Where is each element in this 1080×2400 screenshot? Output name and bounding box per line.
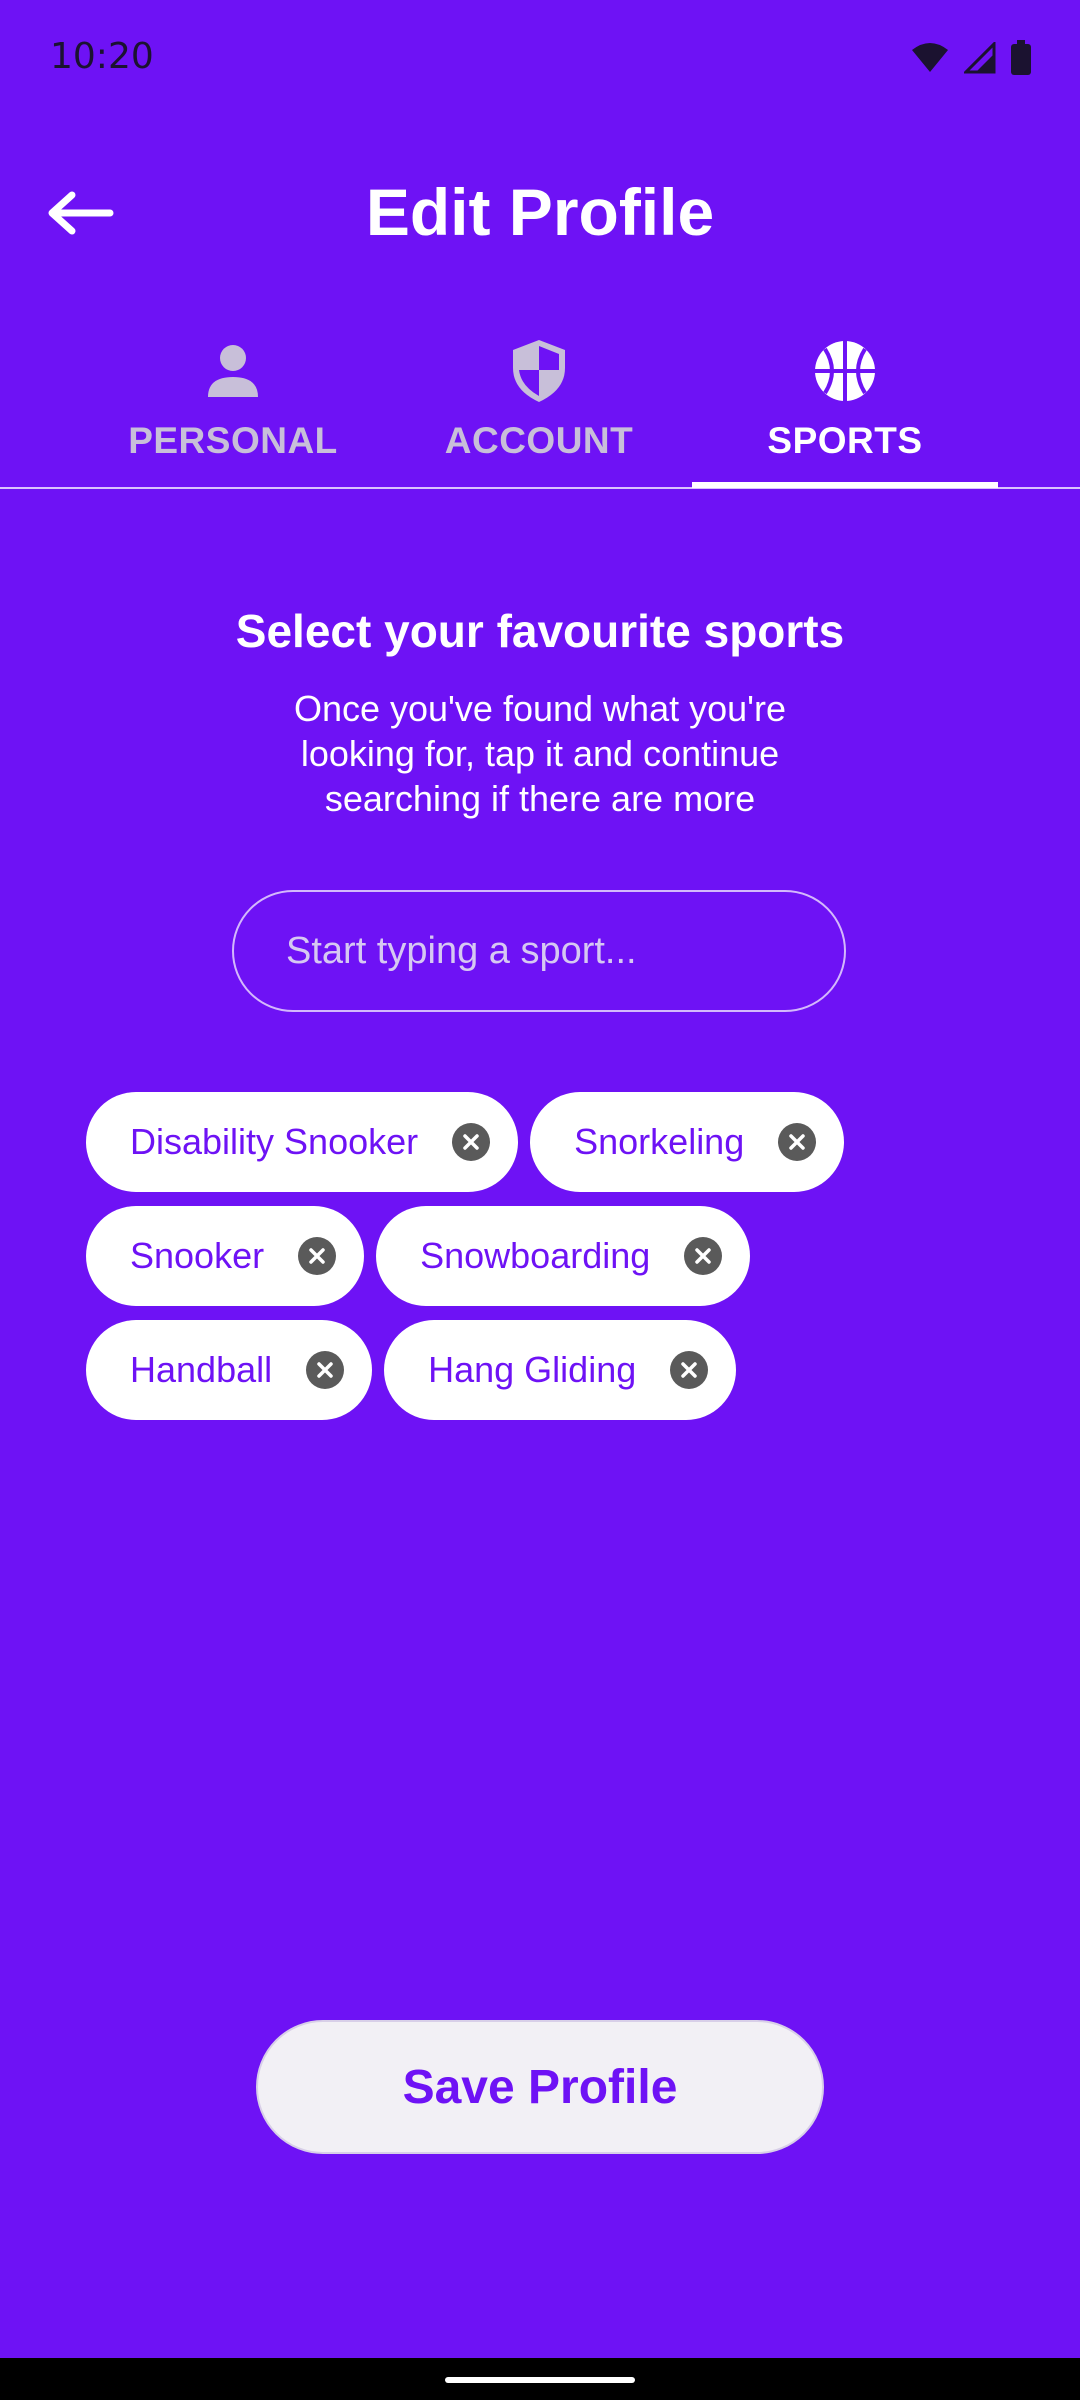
- chip-row: Disability Snooker Snorkeling: [86, 1092, 1006, 1192]
- sport-search-field[interactable]: [232, 890, 846, 1012]
- header: Edit Profile: [0, 150, 1080, 280]
- tabs-divider: [0, 487, 1080, 489]
- status-time: 10:20: [50, 36, 154, 77]
- tab-personal-label: PERSONAL: [128, 420, 338, 461]
- sport-search-input[interactable]: [284, 928, 808, 974]
- person-icon: [198, 336, 268, 406]
- tab-account[interactable]: ACCOUNT: [386, 322, 692, 488]
- remove-chip-icon[interactable]: [670, 1351, 709, 1389]
- basketball-icon: [810, 336, 880, 406]
- shield-icon: [504, 336, 574, 406]
- tab-sports[interactable]: SPORTS: [692, 322, 998, 488]
- chip-row: Handball Hang Gliding: [86, 1320, 1006, 1420]
- sport-chip[interactable]: Snorkeling: [530, 1092, 845, 1192]
- tab-sports-label: SPORTS: [767, 420, 923, 461]
- tab-personal[interactable]: PERSONAL: [80, 322, 386, 488]
- status-icons: [910, 40, 1032, 81]
- battery-icon: [1010, 40, 1032, 81]
- tab-account-label: ACCOUNT: [444, 420, 634, 461]
- sport-chip[interactable]: Snooker: [86, 1206, 365, 1306]
- tab-bar: PERSONAL ACCOUNT SPORTS: [80, 322, 1000, 488]
- sport-chip-label: Snowboarding: [420, 1235, 651, 1276]
- page-title: Edit Profile: [365, 175, 715, 249]
- section-subtitle: Once you've found what you're looking fo…: [293, 688, 787, 819]
- remove-chip-icon[interactable]: [298, 1237, 337, 1275]
- sport-chip[interactable]: Hang Gliding: [384, 1320, 737, 1420]
- remove-chip-icon[interactable]: [452, 1123, 491, 1161]
- remove-chip-icon[interactable]: [684, 1237, 723, 1275]
- save-profile-label: Save Profile: [402, 2060, 678, 2114]
- status-bar: 10:20: [0, 0, 1080, 118]
- signal-icon: [962, 40, 996, 79]
- sport-chip-label: Disability Snooker: [130, 1121, 419, 1162]
- wifi-icon: [910, 42, 950, 79]
- sport-chip-label: Snorkeling: [574, 1121, 745, 1162]
- remove-chip-icon[interactable]: [778, 1123, 817, 1161]
- save-profile-button[interactable]: Save Profile: [256, 2020, 824, 2154]
- sport-chip[interactable]: Snowboarding: [376, 1206, 751, 1306]
- navigation-bar: [0, 2358, 1080, 2400]
- sport-chip-label: Handball: [130, 1349, 273, 1390]
- section-heading: Select your favourite sports: [235, 605, 845, 657]
- chip-row: Snooker Snowboarding: [86, 1206, 1006, 1306]
- remove-chip-icon[interactable]: [306, 1351, 345, 1389]
- selected-sports-list: Disability Snooker Snorkeling Snooker Sn…: [86, 1092, 1006, 1434]
- sport-chip[interactable]: Disability Snooker: [86, 1092, 519, 1192]
- sport-chip[interactable]: Handball: [86, 1320, 373, 1420]
- home-indicator[interactable]: [445, 2377, 635, 2383]
- sport-chip-label: Snooker: [130, 1235, 265, 1276]
- sport-chip-label: Hang Gliding: [428, 1349, 637, 1390]
